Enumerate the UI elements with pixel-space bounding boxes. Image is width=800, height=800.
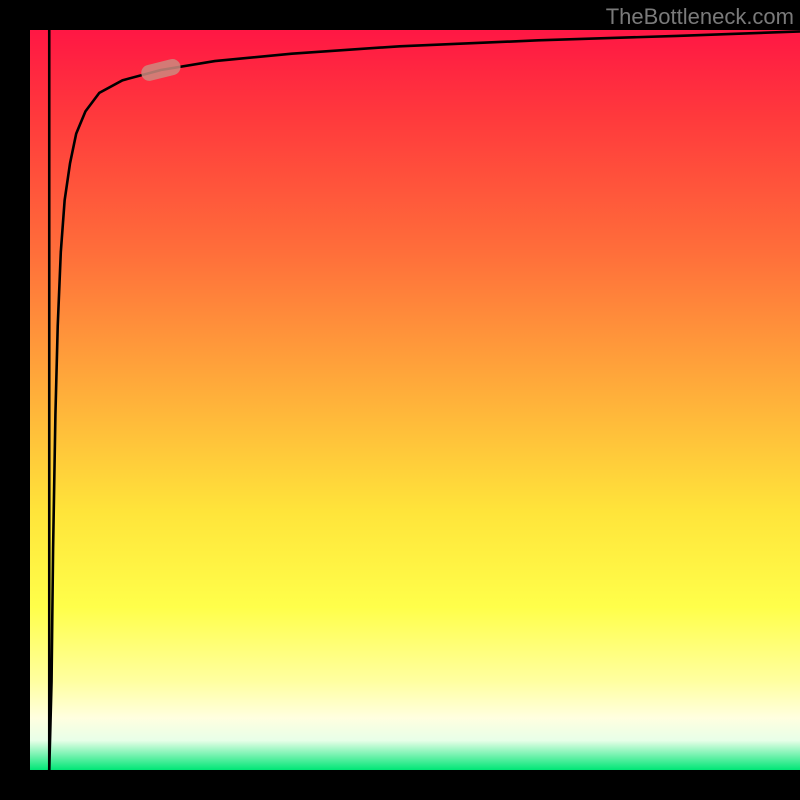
gradient-background xyxy=(30,30,800,770)
bottleneck-chart xyxy=(30,30,800,770)
watermark-label: TheBottleneck.com xyxy=(606,4,794,30)
chart-svg xyxy=(30,30,800,770)
